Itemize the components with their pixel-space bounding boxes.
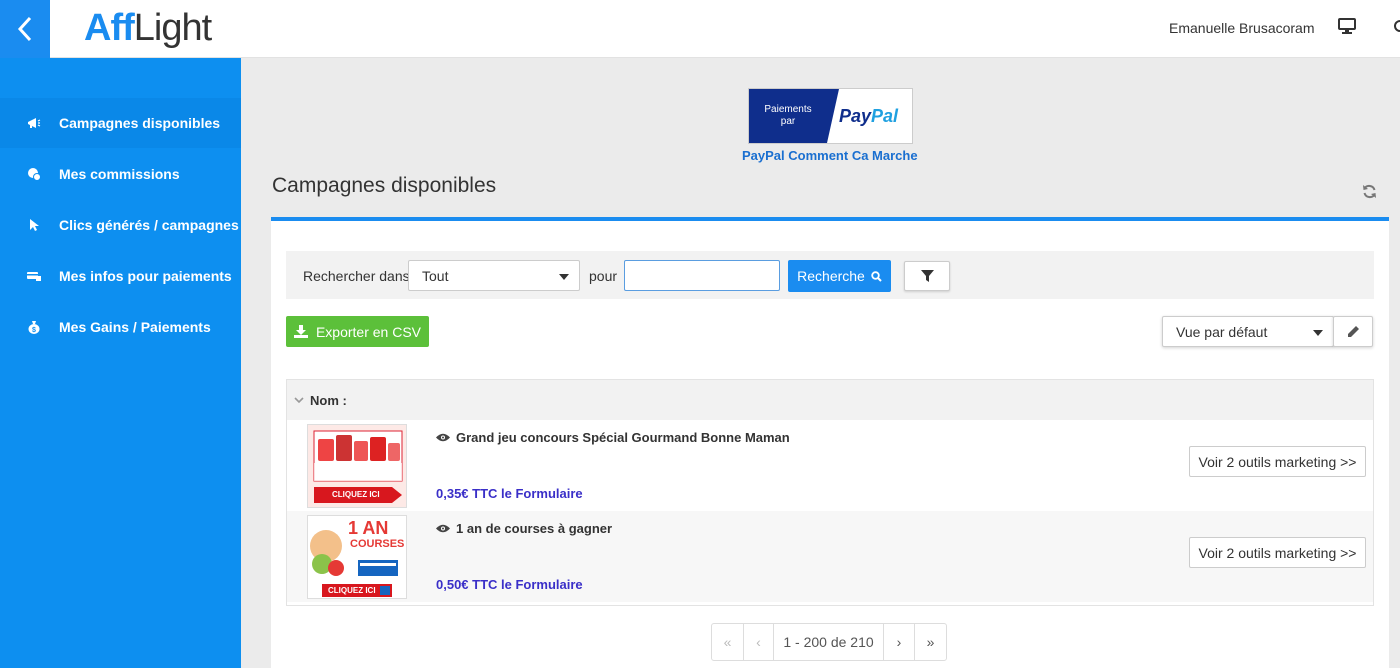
- campaigns-table: Nom : CLIQUEZ ICI Grand jeu concours Spé…: [286, 379, 1374, 606]
- campaign-price: 0,35€ TTC le Formulaire: [436, 486, 583, 501]
- campaign-thumbnail[interactable]: 1 AN COURSES CLIQUEZ ICI: [307, 515, 407, 599]
- campaign-price: 0,50€ TTC le Formulaire: [436, 577, 583, 592]
- search-input[interactable]: [624, 260, 780, 291]
- paypal-divider: [827, 89, 839, 143]
- page-title: Campagnes disponibles: [272, 174, 497, 197]
- caret-down-icon: [1313, 330, 1323, 336]
- eye-icon: [436, 433, 450, 442]
- megaphone-icon: [27, 116, 41, 130]
- sidebar-item-infos-paiements[interactable]: Mes infos pour paiements: [0, 251, 241, 301]
- monitor-icon[interactable]: [1338, 18, 1356, 39]
- money-bag-icon: $: [27, 320, 41, 334]
- view-select-value: Vue par défaut: [1176, 323, 1268, 340]
- paypal-par: par: [780, 116, 796, 127]
- sidebar-item-commissions[interactable]: Mes commissions: [0, 149, 241, 199]
- coins-icon: [27, 167, 41, 181]
- paypal-paiements: Paiements: [764, 104, 812, 115]
- sidebar-item-label: Mes infos pour paiements: [59, 268, 232, 284]
- table-header[interactable]: Nom :: [287, 380, 1373, 420]
- pagination: « ‹ 1 - 200 de 210 › »: [711, 623, 947, 661]
- campaign-title-text: Grand jeu concours Spécial Gourmand Bonn…: [456, 430, 790, 445]
- top-bar: AffLight Emanuelle Brusacoram: [0, 0, 1400, 58]
- search-icon: [871, 270, 882, 282]
- paypal-pay: Pay: [839, 105, 872, 126]
- campaign-title-text: 1 an de courses à gagner: [456, 521, 613, 536]
- thumb-sub-text: COURSES: [350, 538, 405, 550]
- export-csv-label: Exporter en CSV: [315, 323, 422, 340]
- chevron-left-icon: [17, 16, 32, 42]
- sidebar-item-label: Clics générés / campagnes: [59, 217, 239, 233]
- paypal-how-link[interactable]: PayPal Comment Ca Marche: [742, 148, 918, 163]
- download-icon: [293, 325, 308, 338]
- thumb-cta: CLIQUEZ ICI: [328, 586, 376, 595]
- search-button-label: Recherche: [797, 268, 865, 284]
- pencil-icon: [1347, 326, 1359, 337]
- page-range: 1 - 200 de 210: [774, 624, 884, 660]
- user-name[interactable]: Emanuelle Brusacoram: [1169, 20, 1315, 36]
- cursor-icon: [27, 218, 41, 232]
- view-marketing-tools-button[interactable]: Voir 2 outils marketing >>: [1189, 537, 1366, 568]
- thumb-big-text: 1 AN: [348, 518, 389, 538]
- thumb-cta: CLIQUEZ ICI: [332, 490, 380, 499]
- refresh-icon[interactable]: [1362, 184, 1377, 204]
- edit-view-button[interactable]: [1333, 316, 1373, 347]
- campaign-thumbnail[interactable]: CLIQUEZ ICI: [307, 424, 407, 508]
- page-next-button[interactable]: ›: [884, 624, 915, 660]
- page-first-button[interactable]: «: [712, 624, 744, 660]
- table-row: CLIQUEZ ICI Grand jeu concours Spécial G…: [287, 420, 1373, 511]
- chevron-down-icon: [294, 396, 304, 403]
- eye-icon: [436, 524, 450, 533]
- back-button[interactable]: [0, 0, 50, 58]
- view-marketing-tools-button[interactable]: Voir 2 outils marketing >>: [1189, 446, 1366, 477]
- table-row: 1 AN COURSES CLIQUEZ ICI 1 an de courses…: [287, 511, 1373, 602]
- sidebar: Campagnes disponibles Mes commissions Cl…: [0, 58, 241, 668]
- paypal-pal: Pal: [871, 105, 899, 126]
- sidebar-item-campagnes[interactable]: Campagnes disponibles: [0, 98, 241, 148]
- sidebar-item-gains[interactable]: $ Mes Gains / Paiements: [0, 302, 241, 352]
- page-prev-button[interactable]: ‹: [744, 624, 774, 660]
- filter-icon: [920, 269, 934, 282]
- page-last-button[interactable]: »: [915, 624, 946, 660]
- sidebar-item-label: Mes Gains / Paiements: [59, 319, 211, 335]
- search-button[interactable]: Recherche: [788, 260, 891, 292]
- sidebar-item-label: Mes commissions: [59, 166, 180, 182]
- campaign-title[interactable]: Grand jeu concours Spécial Gourmand Bonn…: [436, 430, 790, 445]
- export-csv-button[interactable]: Exporter en CSV: [286, 316, 429, 347]
- sidebar-item-clics[interactable]: Clics générés / campagnes: [0, 200, 241, 250]
- campaign-title[interactable]: 1 an de courses à gagner: [436, 521, 612, 536]
- logo-aff: Aff: [84, 7, 135, 49]
- card-icon: [27, 269, 41, 283]
- paypal-banner[interactable]: Paiements par Pay Pal: [748, 88, 913, 144]
- search-scope-value: Tout: [422, 267, 449, 284]
- search-for-label: pour: [589, 268, 618, 284]
- column-name-header: Nom :: [310, 392, 347, 408]
- caret-down-icon: [559, 274, 569, 280]
- paypal-logo: Pay Pal: [839, 89, 912, 143]
- search-scope-select[interactable]: Tout: [408, 260, 580, 291]
- filter-button[interactable]: [904, 261, 950, 291]
- search-in-label: Rechercher dans: [303, 268, 410, 284]
- app-logo[interactable]: AffLight: [84, 6, 212, 50]
- view-select[interactable]: Vue par défaut: [1162, 316, 1334, 347]
- svg-text:$: $: [32, 327, 36, 334]
- settings-icon[interactable]: [1393, 18, 1400, 39]
- logo-light: Light: [133, 7, 212, 49]
- paypal-banner-left: Paiements par: [749, 89, 827, 143]
- sidebar-item-label: Campagnes disponibles: [59, 115, 221, 131]
